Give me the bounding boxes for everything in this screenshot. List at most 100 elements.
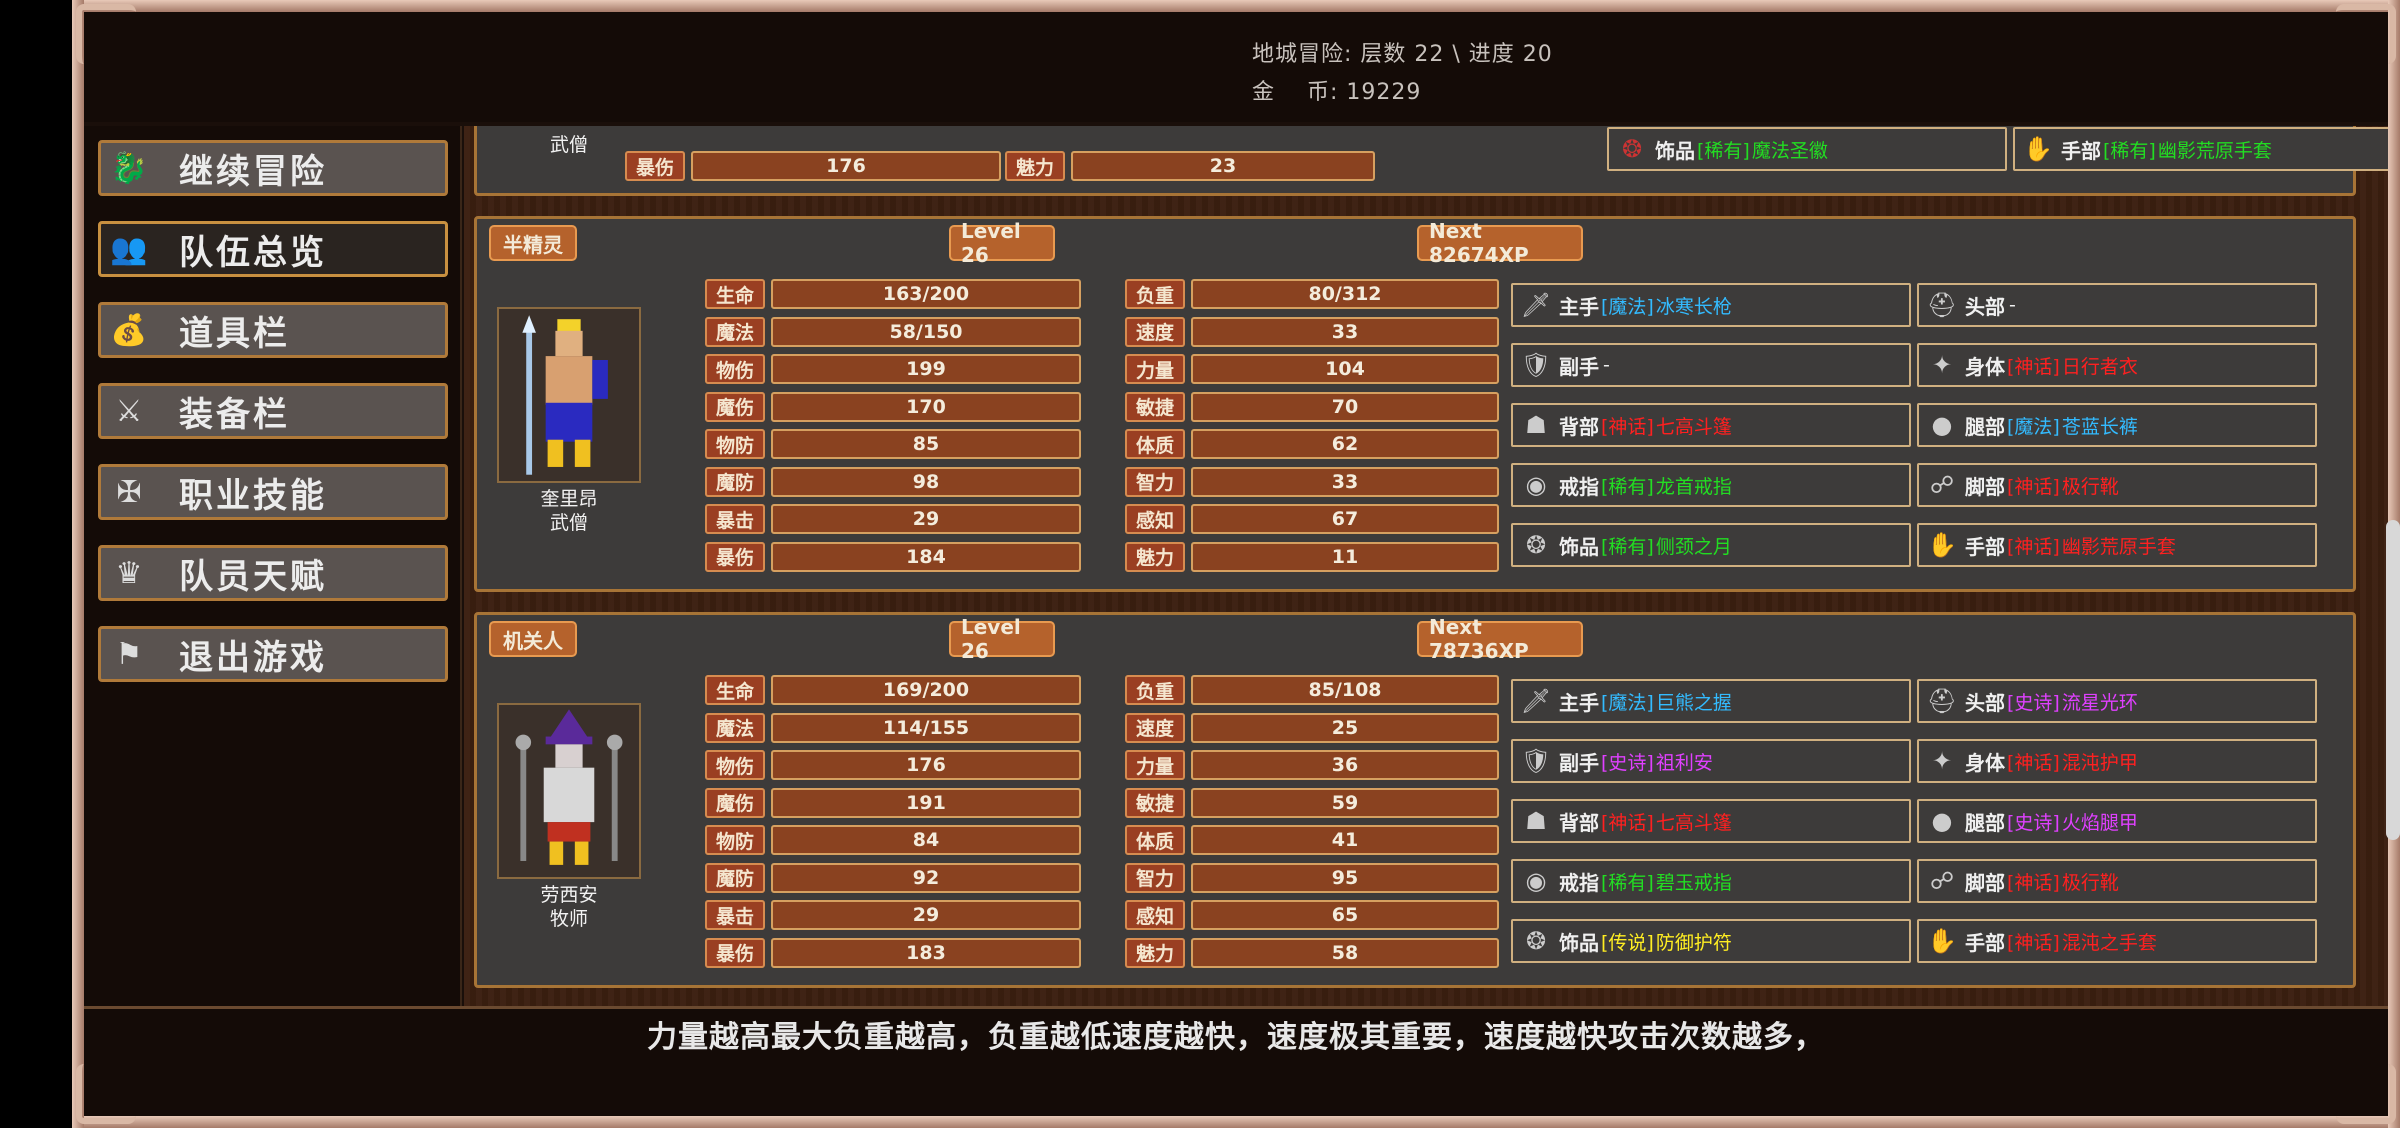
stat-value: 169/200 — [771, 675, 1081, 705]
equip-slot[interactable]: ✋ 手部 [神话] 幽影荒原手套 — [1917, 523, 2317, 567]
slot-type: 腿部 — [1965, 810, 2005, 835]
slot-rarity: [史诗] — [2007, 691, 2060, 714]
slot-item-name: - — [1603, 354, 1610, 376]
party-overview-panel[interactable]: 武僧 暴伤 176 魅力 23 ❂ 饰品 [稀有] 魔法圣徽 ✋ 手部 [稀有]… — [464, 126, 2388, 1006]
stat-value: 58 — [1191, 937, 1499, 968]
slot-rarity: [神话] — [2007, 751, 2060, 774]
stat-label: 魅力 — [1125, 541, 1185, 572]
equip-slot[interactable]: ⛑ 头部 - — [1917, 283, 2317, 327]
sidebar-item-party[interactable]: 👥 队伍总览 — [98, 221, 448, 277]
equip-slot[interactable]: ● 腿部 [魔法] 苍蓝长裤 — [1917, 403, 2317, 447]
race-badge: 半精灵 — [489, 225, 577, 261]
stat-value: 41 — [1191, 825, 1499, 855]
stat-label: 魔伤 — [705, 391, 765, 422]
slot-type: 副手 — [1559, 750, 1599, 775]
slot-type: 戒指 — [1559, 870, 1599, 895]
stat-value: 62 — [1191, 429, 1499, 459]
slot-type: 饰品 — [1559, 534, 1599, 559]
equip-slot-hands[interactable]: ✋ 手部 [稀有] 幽影荒原手套 — [2013, 127, 2388, 171]
frame-border-left — [72, 0, 84, 1128]
ring-icon: ◉ — [1525, 867, 1547, 895]
stat-value: 95 — [1191, 862, 1499, 893]
equip-slot[interactable]: ❂ 饰品 [稀有] 侧颈之月 — [1511, 523, 1911, 567]
stat-label: 魔法 — [705, 316, 765, 347]
stat-label: 暴伤 — [625, 151, 685, 181]
sidebar-item-skills[interactable]: ✠ 职业技能 — [98, 464, 448, 520]
stat-label: 敏捷 — [1125, 787, 1185, 818]
equip-slot[interactable]: ✦ 身体 [神话] 日行者衣 — [1917, 343, 2317, 387]
equip-slot[interactable]: ☍ 脚部 [神话] 极行靴 — [1917, 463, 2317, 507]
stat-value: 163/200 — [771, 279, 1081, 309]
next-xp-badge: Next 78736XP — [1417, 615, 1583, 663]
sidebar-item-exit[interactable]: ⚑ 退出游戏 — [98, 626, 448, 682]
offhand-icon: 🛡 — [1520, 351, 1552, 379]
equip-slot[interactable]: ⛑ 头部 [史诗] 流星光环 — [1917, 679, 2317, 723]
equip-slot-accessory[interactable]: ❂ 饰品 [稀有] 魔法圣徽 — [1607, 127, 2007, 171]
stat-value: 170 — [771, 391, 1081, 422]
gear-icon: ⚔ — [115, 393, 143, 429]
dragon-amulet-icon: ❂ — [1621, 135, 1643, 163]
equip-slot[interactable]: ◉ 戒指 [稀有] 碧玉戒指 — [1511, 859, 1911, 903]
slot-item-name: 防御护符 — [1655, 931, 1732, 954]
equip-slot[interactable]: 🗡 主手 [魔法] 冰寒长枪 — [1511, 283, 1911, 327]
stat-label: 物伤 — [705, 750, 765, 780]
member-name: 奎里昂 — [540, 488, 598, 510]
weapon-icon: 🗡 — [1520, 291, 1552, 319]
monk-sprite-icon — [522, 315, 608, 475]
helmet-icon: ⛑ — [1926, 291, 1958, 319]
equip-slot[interactable]: ☍ 脚部 [神话] 极行靴 — [1917, 859, 2317, 903]
scrollbar[interactable] — [2386, 520, 2400, 840]
slot-item-name: 日行者衣 — [2061, 355, 2138, 378]
character-portrait[interactable] — [497, 307, 641, 483]
equip-slot[interactable]: ● 腿部 [史诗] 火焰腿甲 — [1917, 799, 2317, 843]
equip-slot[interactable]: ☗ 背部 [神话] 七高斗篷 — [1511, 799, 1911, 843]
stat-value: 183 — [771, 937, 1081, 968]
sidebar-item-items[interactable]: 💰 道具栏 — [98, 302, 448, 358]
equip-slot[interactable]: ✋ 手部 [神话] 混沌之手套 — [1917, 919, 2317, 963]
stat-label: 体质 — [1125, 429, 1185, 459]
game-frame: 地城冒险: 层数 22 \ 进度 20 金 币: 19229 🐉 继续冒险 👥 … — [72, 0, 2400, 1128]
skill-icon: ✠ — [116, 474, 142, 510]
member-class: 武僧 — [549, 512, 588, 534]
boots-icon: ☍ — [1929, 471, 1955, 499]
frame-border-top — [72, 0, 2400, 12]
dragon-icon: 🐉 — [110, 150, 148, 186]
stat-label: 魔防 — [705, 862, 765, 893]
stat-value: 58/150 — [771, 316, 1081, 347]
slot-item-name: 侧颈之月 — [1655, 535, 1732, 558]
equip-slot[interactable]: 🛡 副手 [史诗] 祖利安 — [1511, 739, 1911, 783]
amulet-icon: ❂ — [1525, 927, 1547, 955]
slot-item-name: 混沌护甲 — [2061, 751, 2138, 774]
stat-value: 33 — [1191, 316, 1499, 347]
slot-rarity: [稀有] — [1697, 139, 1750, 162]
equip-slot[interactable]: ✦ 身体 [神话] 混沌护甲 — [1917, 739, 2317, 783]
offhand-icon: 🛡 — [1520, 747, 1552, 775]
equip-slot[interactable]: 🗡 主手 [魔法] 巨熊之握 — [1511, 679, 1911, 723]
equip-slot[interactable]: ❂ 饰品 [传说] 防御护符 — [1511, 919, 1911, 963]
sidebar-item-talents[interactable]: ♛ 队员天赋 — [98, 545, 448, 601]
stat-label: 生命 — [705, 279, 765, 309]
bag-icon: 💰 — [110, 312, 148, 348]
equip-slot[interactable]: ◉ 戒指 [稀有] 龙首戒指 — [1511, 463, 1911, 507]
character-portrait[interactable] — [497, 703, 641, 879]
slot-item-name: 碧玉戒指 — [1655, 871, 1732, 894]
slot-item-name: 魔法圣徽 — [1751, 139, 1828, 162]
priest-sprite-icon — [515, 709, 623, 865]
stat-label: 暴伤 — [705, 937, 765, 968]
stat-label: 体质 — [1125, 825, 1185, 855]
slot-rarity: [神话] — [2007, 931, 2060, 954]
equip-slot[interactable]: 🛡 副手 - — [1511, 343, 1911, 387]
glove-icon: ✋ — [1927, 531, 1957, 559]
equip-slot[interactable]: ☗ 背部 [神话] 七高斗篷 — [1511, 403, 1911, 447]
slot-item-name: - — [2009, 294, 2016, 316]
slot-item-name: 龙首戒指 — [1655, 475, 1732, 498]
stat-label: 智力 — [1125, 466, 1185, 497]
slot-item-name: 苍蓝长裤 — [2061, 415, 2138, 438]
slot-type: 身体 — [1965, 750, 2005, 775]
stat-value: 29 — [771, 900, 1081, 930]
sidebar-item-continue[interactable]: 🐉 继续冒险 — [98, 140, 448, 196]
stat-value: 80/312 — [1191, 279, 1499, 309]
sidebar: 🐉 继续冒险 👥 队伍总览 💰 道具栏 ⚔ 装备栏 ✠ 职业技能 ♛ 队员天赋 … — [84, 126, 462, 1006]
stat-value: 11 — [1191, 541, 1499, 572]
sidebar-item-equipment[interactable]: ⚔ 装备栏 — [98, 383, 448, 439]
